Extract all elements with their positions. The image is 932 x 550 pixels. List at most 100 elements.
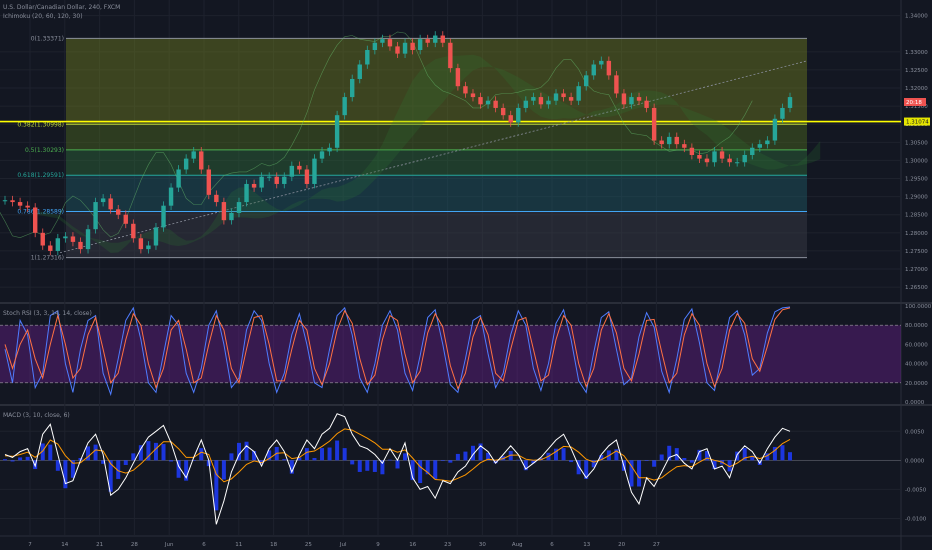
candle-body (667, 136, 672, 145)
candle-body (297, 165, 302, 170)
candle-body (772, 118, 778, 141)
candle-body (523, 100, 529, 108)
candle-body (100, 198, 106, 203)
candle-body (546, 100, 551, 105)
candle-body (63, 236, 68, 239)
candle-body (274, 176, 279, 184)
candle-body (433, 35, 438, 43)
time-axis-label: Jun (164, 542, 174, 548)
macd-histogram-bar (229, 453, 234, 461)
time-axis-label: 11 (235, 542, 242, 548)
candle-body (712, 151, 717, 163)
candle-body (146, 245, 151, 250)
candle-body (682, 144, 687, 148)
candle-body (78, 241, 83, 250)
price-axis-label: 1.29500 (905, 177, 928, 183)
time-axis-label: 18 (270, 542, 277, 548)
candle-body (516, 107, 521, 123)
candle-body (410, 42, 415, 51)
fib-zone (66, 124, 807, 150)
candle-body (629, 97, 634, 105)
macd-histogram-bar (350, 460, 355, 465)
candle-body (153, 227, 159, 246)
candle-body (463, 86, 468, 94)
price-axis-label: 1.28000 (905, 231, 928, 237)
price-axis-label: 1.26500 (905, 285, 928, 291)
macd-legend[interactable]: MACD (3, 10, close, 6) (3, 412, 70, 419)
macd-histogram-bar (652, 460, 657, 467)
time-axis-label: 7 (28, 542, 32, 548)
stoch-rsi-legend[interactable]: Stoch RSI (3, 3, 14, 14, close) (3, 310, 92, 317)
candle-body (697, 155, 702, 159)
macd-axis-label: 0.0050 (905, 429, 925, 435)
macd-histogram-bar (25, 456, 30, 461)
macd-histogram-bar (357, 460, 362, 472)
macd-histogram-bar (244, 441, 249, 461)
candle-body (621, 93, 627, 105)
macd-axis-label: -0.0050 (905, 487, 927, 493)
time-axis-label: 27 (653, 542, 660, 548)
time-axis-label: 21 (96, 542, 103, 548)
candle-body (183, 158, 189, 170)
candle-body (168, 187, 174, 206)
fib-level-label: 0.618(1.29591) (17, 172, 64, 179)
candle-body (25, 205, 30, 208)
candle-body (787, 97, 793, 108)
candle-body (229, 212, 234, 221)
candle-body (70, 236, 76, 242)
candle-body (199, 151, 204, 170)
candle-body (85, 229, 91, 250)
candle-body (387, 39, 393, 47)
ichimoku-legend[interactable]: Ichimoku (20, 60, 120, 30) (3, 13, 83, 20)
price-axis-label: 1.34000 (905, 14, 928, 20)
candle-body (176, 169, 181, 188)
macd-axis-label: 0.0000 (905, 458, 925, 464)
candle-body (350, 78, 355, 98)
candle-body (282, 176, 287, 184)
chart-canvas[interactable]: 0(1.33371) 0.382(1.30998) 0.5(1.30293) 0.61… (0, 0, 932, 550)
fib-zone (66, 211, 807, 258)
macd-histogram-bar (403, 453, 408, 461)
stoch-axis-label: 80.0000 (905, 323, 928, 329)
upper-price-tag-text: 20:18 (906, 100, 922, 106)
candle-body (500, 107, 506, 116)
macd-histogram-bar (448, 460, 453, 463)
candle-body (395, 46, 400, 54)
macd-histogram-bar (644, 460, 649, 461)
macd-histogram-bar (48, 444, 53, 461)
candle-body (674, 136, 679, 145)
candle-body (478, 97, 483, 105)
candle-body (591, 64, 596, 76)
candle-body (2, 200, 8, 202)
candle-body (659, 140, 664, 145)
stoch-axis-label: 20.0000 (905, 381, 928, 387)
price-axis-label: 1.32000 (905, 86, 928, 92)
macd-histogram-bar (3, 459, 7, 461)
macd-histogram-bar (214, 460, 219, 511)
current-price-tag-text: 1.31074 (906, 120, 929, 126)
fib-level-label: 0(1.33371) (31, 35, 64, 42)
price-axis-label: 1.30500 (905, 140, 928, 146)
candle-body (289, 165, 295, 177)
time-axis-label: 14 (61, 542, 68, 548)
price-axis-label: 1.27000 (905, 267, 928, 273)
macd-histogram-bar (18, 457, 23, 461)
candle-body (636, 97, 642, 101)
macd-histogram-bar (659, 454, 664, 461)
candle-body (606, 60, 612, 76)
macd-histogram-bar (637, 460, 642, 487)
fib-level-label: 0.382(1.30998) (17, 121, 64, 128)
candle-body (553, 93, 559, 101)
candle-body (251, 183, 257, 188)
candle-body (10, 200, 15, 203)
time-axis-label: 6 (202, 542, 206, 548)
candle-body (244, 183, 249, 203)
macd-histogram-bar (569, 460, 574, 463)
macd-pane[interactable] (0, 406, 901, 534)
time-axis-label: Aug (512, 542, 523, 548)
price-axis-label: 1.28500 (905, 213, 928, 219)
candle-body (365, 50, 370, 65)
candle-body (719, 151, 725, 159)
price-axis-label: 1.33000 (905, 50, 928, 56)
macd-histogram-bar (320, 448, 325, 461)
